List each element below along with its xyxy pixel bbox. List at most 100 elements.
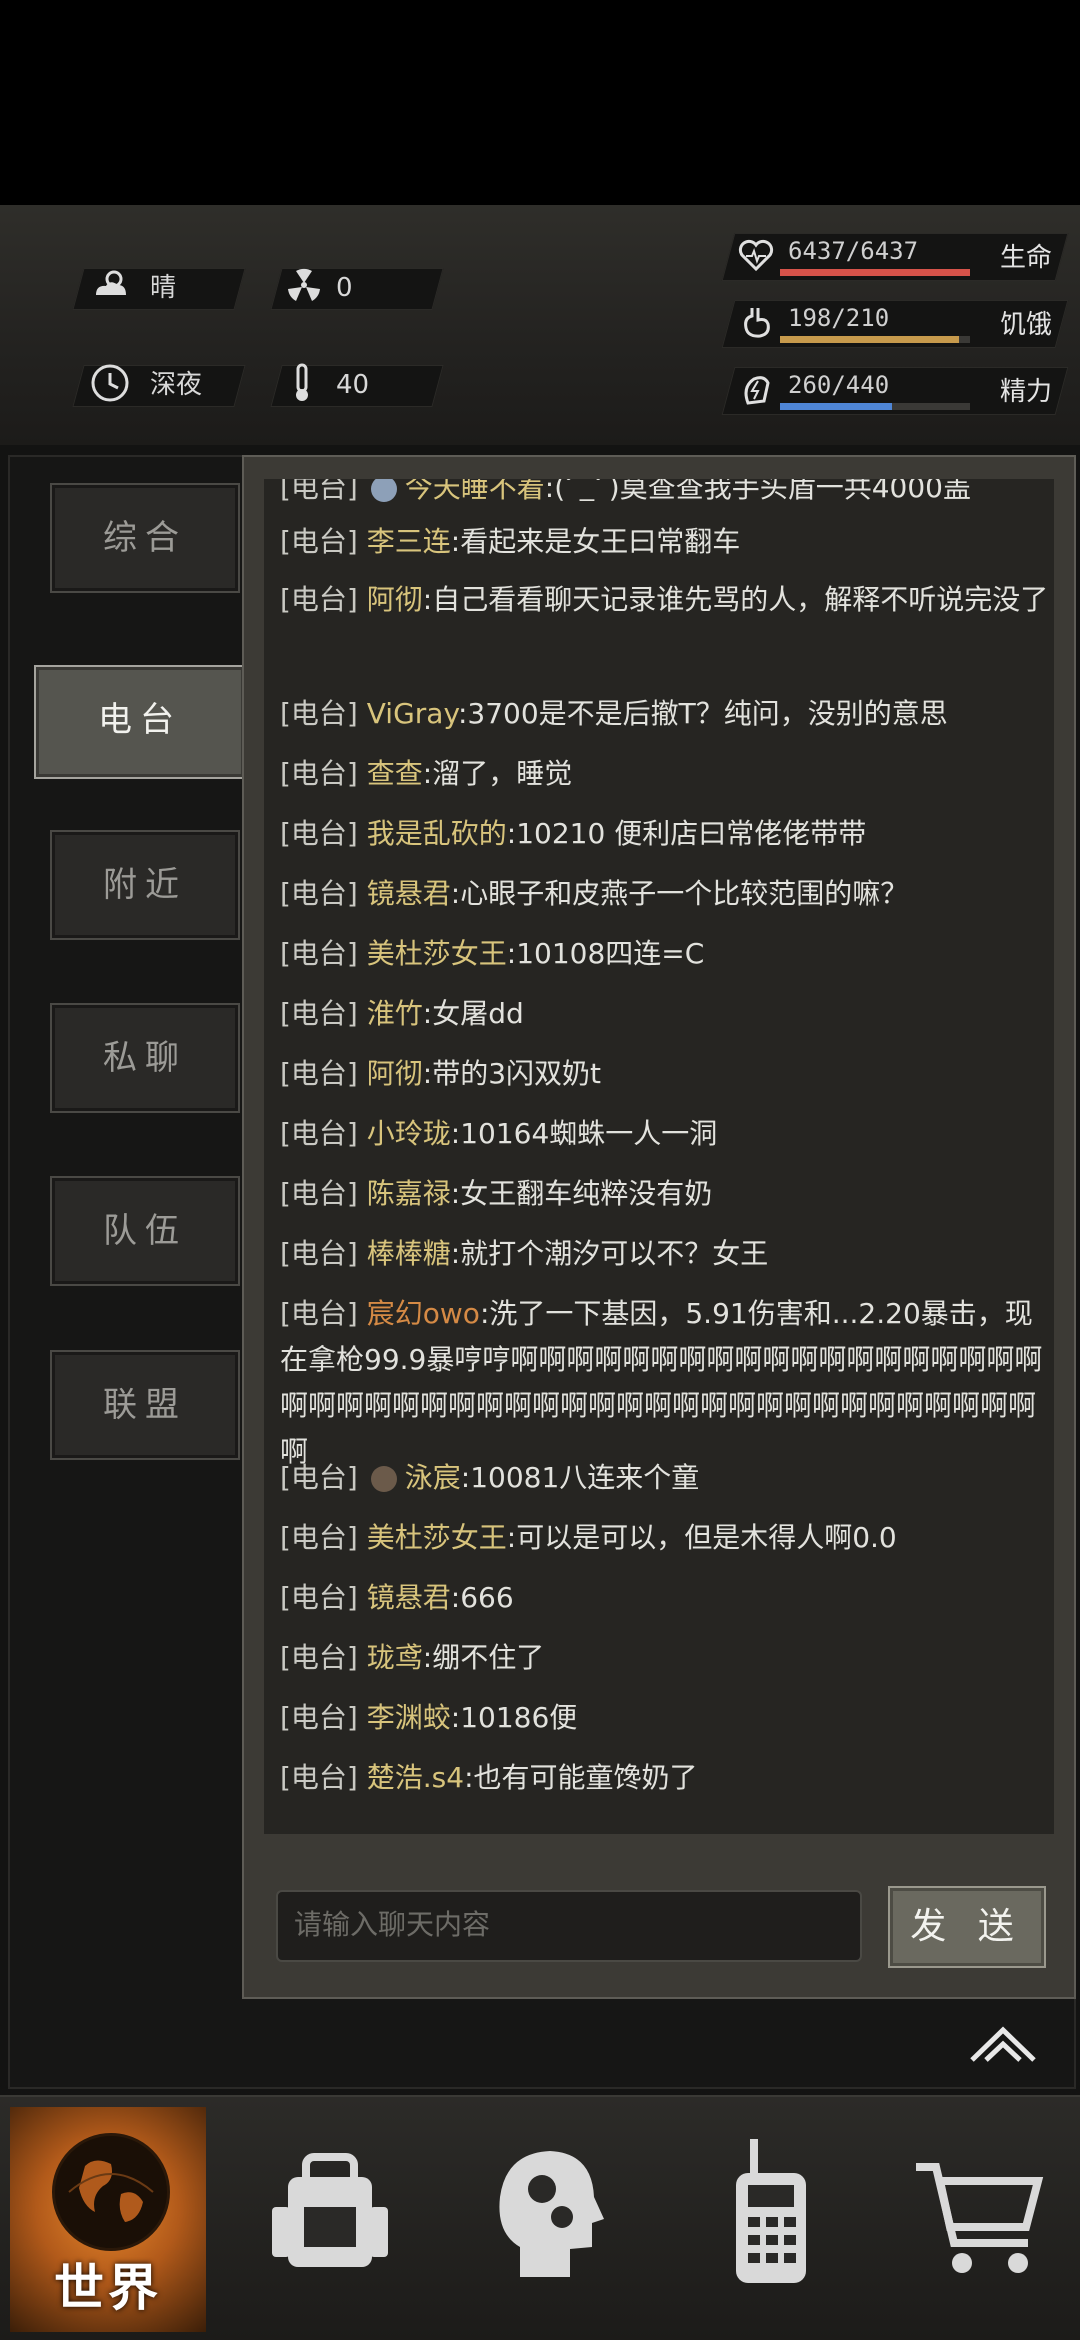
- chat-text: :10186便: [450, 1701, 578, 1734]
- chat-message: [电台] 镜悬君:666: [280, 1581, 514, 1614]
- tab-private[interactable]: 私聊: [50, 1003, 240, 1113]
- chat-text: :心眼子和皮燕子一个比较范围的嘛？: [450, 877, 909, 910]
- chat-message: [电台] 小玲珑:10164蜘蛛一人一洞: [280, 1117, 718, 1150]
- shop-cart-icon[interactable]: [910, 2137, 1050, 2287]
- vital-hunger: 198/210 饥饿: [721, 300, 1069, 350]
- chat-username[interactable]: 泳宸: [405, 1461, 461, 1494]
- weather-text: 晴: [150, 273, 177, 303]
- nav-world-label: 世界: [54, 2259, 162, 2317]
- chat-text: :10108四连=C: [506, 937, 705, 970]
- health-bar: [780, 269, 970, 276]
- tab-radio[interactable]: 电台: [34, 665, 246, 779]
- vital-energy: 260/440 精力: [721, 367, 1069, 417]
- chat-username[interactable]: 美杜莎女王: [367, 937, 507, 970]
- chat-message: [电台] 泳宸:10081八连来个童: [280, 1461, 700, 1494]
- message-list[interactable]: [电台] 今天睡不着:(ﾟ_ﾟ)莫查查我手头盾一共4000盖 [电台] 李三连:…: [264, 479, 1054, 1834]
- chat-text: :溜了，睡觉: [422, 757, 573, 790]
- chat-text: :女王翻车纯粹没有奶: [450, 1177, 713, 1210]
- chat-text: :666: [450, 1581, 514, 1614]
- health-value: 6437/6437: [788, 237, 919, 265]
- hunger-bar: [780, 336, 970, 343]
- chat-input-box[interactable]: [276, 1890, 862, 1962]
- energy-bar: [780, 403, 970, 410]
- chat-message: [电台] 镜悬君:心眼子和皮燕子一个比较范围的嘛？: [280, 877, 909, 910]
- chat-username[interactable]: 棒棒糖: [367, 1237, 451, 1270]
- chat-username[interactable]: 查查: [367, 757, 423, 790]
- vital-health: 6437/6437 生命: [721, 233, 1069, 283]
- chat-text: :(ﾟ_ﾟ)莫查查我手头盾一共4000盖: [544, 479, 971, 504]
- chat-message: [电台] 珑鸢:绷不住了: [280, 1641, 545, 1674]
- chat-input[interactable]: [292, 1892, 856, 1958]
- health-label: 生命: [999, 243, 1052, 273]
- chat-text: :也有可能童馋奶了: [464, 1761, 698, 1794]
- hunger-value: 198/210: [788, 304, 890, 332]
- tab-nearby[interactable]: 附近: [50, 830, 240, 940]
- chat-username[interactable]: 李渊蛟: [367, 1701, 451, 1734]
- chat-text: :女屠dd: [422, 997, 524, 1030]
- chat-text: :3700是不是后撤T？纯问，没别的意思: [457, 697, 948, 730]
- radiation-icon: [282, 263, 326, 307]
- backpack-icon[interactable]: [260, 2137, 400, 2287]
- heart-icon: [736, 237, 776, 277]
- chat-username[interactable]: 珑鸢: [367, 1641, 423, 1674]
- chat-message: [电台] 宸幻owo:洗了一下基因，5.91伤害和...2.20暴击，现在拿枪9…: [280, 1297, 1043, 1468]
- chat-username[interactable]: 阿彻: [367, 1057, 423, 1090]
- chat-text: :可以是可以，但是木得人啊0.0: [506, 1521, 897, 1554]
- chat-username[interactable]: 阿彻: [367, 583, 423, 616]
- radiation-value: 0: [336, 273, 353, 303]
- stomach-icon: [736, 304, 776, 344]
- collapse-chevron-icon[interactable]: [966, 2016, 1040, 2070]
- chat-text: :10164蜘蛛一人一洞: [450, 1117, 718, 1150]
- chat-username[interactable]: 我是乱砍的: [367, 817, 507, 850]
- chat-message: [电台] 李渊蛟:10186便: [280, 1701, 578, 1734]
- chat-username[interactable]: 镜悬君: [367, 877, 451, 910]
- chat-text: :看起来是女王曰常翻车: [450, 525, 741, 558]
- top-blank-area: [0, 0, 1080, 205]
- chat-username[interactable]: 今天睡不着: [405, 479, 545, 504]
- chat-message: [电台] 阿彻:自己看看聊天记录谁先骂的人，解释不听说完没了: [280, 583, 1049, 616]
- tab-alliance[interactable]: 联盟: [50, 1350, 240, 1460]
- chat-message: [电台] 美杜莎女王:10108四连=C: [280, 937, 705, 970]
- chat-message: [电台] 楚浩.s4:也有可能童馋奶了: [280, 1761, 698, 1794]
- chat-message: [电台] ViGray:3700是不是后撤T？纯问，没别的意思: [280, 697, 948, 730]
- chat-username[interactable]: 陈嘉禄: [367, 1177, 451, 1210]
- chat-username[interactable]: 楚浩.s4: [367, 1761, 464, 1794]
- chat-username[interactable]: 镜悬君: [367, 1581, 451, 1614]
- chat-username[interactable]: 淮竹: [367, 997, 423, 1030]
- chat-message: [电台] 今天睡不着:(ﾟ_ﾟ)莫查查我手头盾一共4000盖: [280, 479, 1050, 511]
- thermometer-icon: [280, 361, 324, 405]
- nav-world-button[interactable]: 世界: [10, 2107, 206, 2332]
- tab-general[interactable]: 综合: [50, 483, 240, 593]
- chat-text: :带的3闪双奶t: [422, 1057, 602, 1090]
- chat-username[interactable]: ViGray: [367, 697, 458, 730]
- chat-username[interactable]: 小玲珑: [367, 1117, 451, 1150]
- energy-label: 精力: [999, 377, 1052, 407]
- chat-username[interactable]: 李三连: [367, 525, 451, 558]
- globe-icon: [52, 2133, 170, 2251]
- chat-message: [电台] 阿彻:带的3闪双奶t: [280, 1057, 602, 1090]
- chat-message: [电台] 淮竹:女屠dd: [280, 997, 524, 1030]
- chat-text: :10081八连来个童: [460, 1461, 700, 1494]
- chat-message: [电台] 李三连:看起来是女王曰常翻车: [280, 525, 741, 558]
- chat-username[interactable]: 宸幻owo: [367, 1297, 480, 1330]
- energy-value: 260/440: [788, 371, 890, 399]
- chat-message: [电台] 查查:溜了，睡觉: [280, 757, 573, 790]
- chat-message: [电台] 棒棒糖:就打个潮汐可以不？女王: [280, 1237, 769, 1270]
- chat-text: :绷不住了: [422, 1641, 545, 1674]
- skills-head-icon[interactable]: [480, 2137, 620, 2287]
- tab-team[interactable]: 队伍: [50, 1176, 240, 1286]
- chat-text: :10210 便利店曰常佬佬带带: [506, 817, 867, 850]
- send-button[interactable]: 发 送: [888, 1886, 1046, 1968]
- hunger-label: 饥饿: [999, 310, 1052, 340]
- temperature-value: 40: [336, 370, 370, 400]
- chat-message: [电台] 美杜莎女王:可以是可以，但是木得人啊0.0: [280, 1521, 897, 1554]
- chat-text: :自己看看聊天记录谁先骂的人，解释不听说完没了: [422, 583, 1049, 616]
- status-header: 晴 0 深夜 40 + − 6437/6437 生命 198/210: [0, 205, 1080, 615]
- radio-phone-icon[interactable]: [700, 2137, 840, 2287]
- weather-sunny-cloud-icon: [88, 263, 132, 307]
- time-text: 深夜: [150, 370, 203, 400]
- chat-panel: [电台] 今天睡不着:(ﾟ_ﾟ)莫查查我手头盾一共4000盖 [电台] 李三连:…: [242, 455, 1076, 1999]
- chat-text: :就打个潮汐可以不？女王: [450, 1237, 769, 1270]
- bottom-nav: 世界: [0, 2095, 1080, 2340]
- chat-username[interactable]: 美杜莎女王: [367, 1521, 507, 1554]
